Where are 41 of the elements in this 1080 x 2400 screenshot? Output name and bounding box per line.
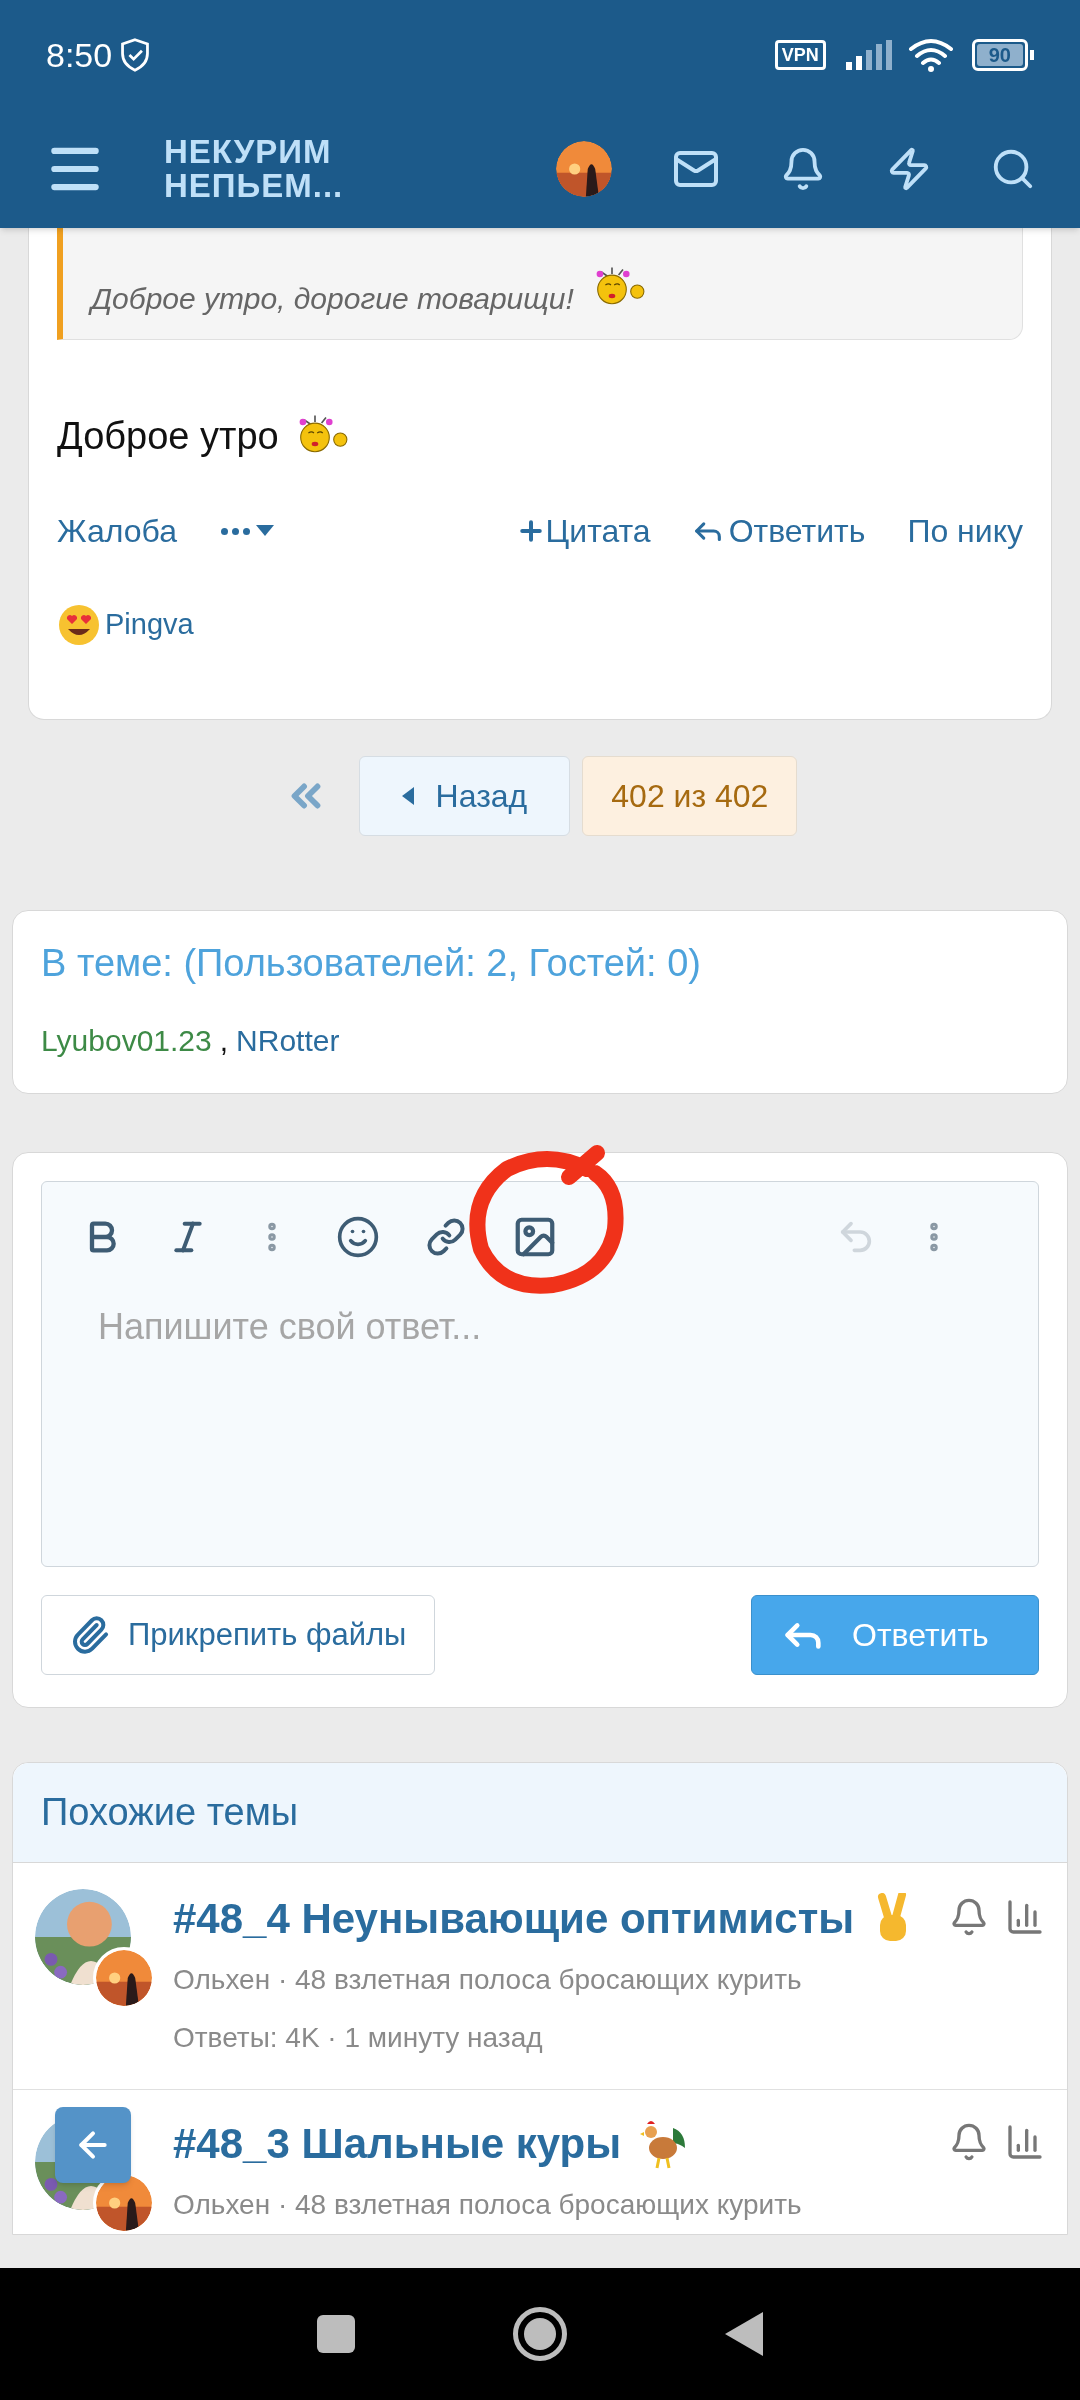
post-action-link[interactable]: Жалоба [57,507,177,555]
online-user-link[interactable]: NRotter [236,1018,340,1063]
home-icon[interactable] [513,2307,567,2361]
recents-icon[interactable] [317,2315,355,2353]
reaction-user-link[interactable]: Pingva [105,603,194,647]
battery-indicator: 90 [971,39,1034,71]
online-title: В теме: (Пользователей: 2, Гостей: 0) [41,941,702,986]
vpn-indicator: VPN [774,40,826,70]
emoji-icon[interactable] [336,1215,380,1259]
user-avatar[interactable] [556,141,612,197]
heart-eyes-emoji-icon [57,603,101,647]
current-page-indicator: 402 из 402 [582,756,798,836]
similar-topics-title: Похожие темы [41,1790,299,1835]
back-icon[interactable] [725,2312,763,2356]
site-logo-text[interactable]: НЕКУРИМ [164,135,344,169]
back-page-button[interactable]: Назад [358,756,571,836]
topic-meta-text: Ольхен · 48 взлетная полоса бросающих курить [173,1963,803,1997]
rooster-icon [639,2118,688,2170]
reply-link-button[interactable]: Ответить [690,507,866,555]
signal-icon [845,40,892,70]
wifi-icon [907,37,954,73]
topic-title-link[interactable]: #48_4 Неунывающие оптимисты [173,1889,855,1949]
watch-bell-icon[interactable] [949,1897,989,1937]
site-logo-text[interactable]: НЕПЬЕМ... [164,169,344,203]
online-user-link[interactable]: Lyubov01.23 [41,1018,212,1063]
quote-button[interactable]: Цитата [515,507,651,555]
more-menu-button[interactable] [220,525,274,537]
link-icon[interactable] [426,1217,466,1257]
topic-stats-text: Ответы: 4K · 1 минуту назад [173,2021,544,2055]
caret-icon [401,787,414,805]
topic-meta-text: Ольхен · 48 взлетная полоса бросающих курить [173,2188,803,2222]
status-time: 8:50 [46,34,113,76]
topic-title-link[interactable]: #48_3 Шальные куры [173,2114,622,2174]
watch-bell-icon[interactable] [949,2122,989,2162]
separator-comma: , [219,1023,229,1059]
editor-placeholder: Напишите свой ответ... [97,1305,483,1349]
post-action-link[interactable]: По нику [907,507,1023,555]
attach-files-button[interactable]: Прикрепить файлы [41,1595,436,1675]
post-text: Доброе утро [57,414,279,459]
caret-icon [255,525,274,537]
paperclip-icon [70,1615,110,1655]
